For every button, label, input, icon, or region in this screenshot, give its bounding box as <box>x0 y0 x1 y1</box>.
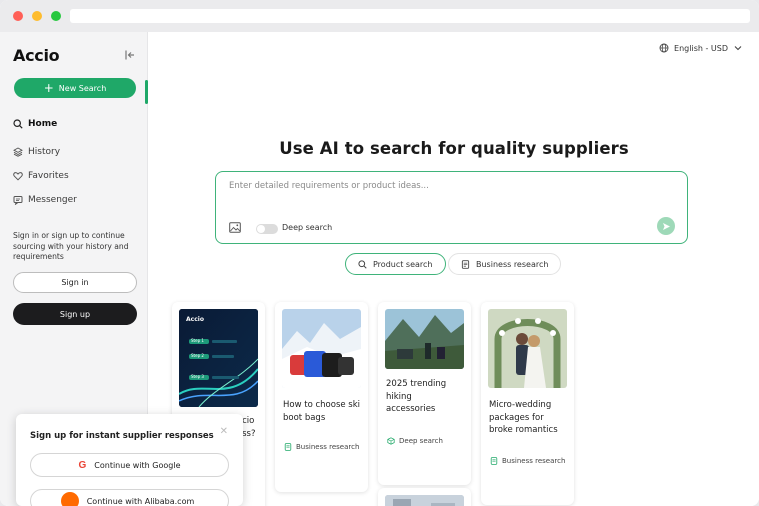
alibaba-button-label: Continue with Alibaba.com <box>86 496 195 506</box>
sidebar-item-favorites[interactable]: Favorites <box>13 171 69 181</box>
card-image <box>179 309 258 407</box>
card-thumb-step: Step 3 <box>191 374 204 379</box>
layers-icon <box>13 147 23 157</box>
deep-search-label: Deep search <box>282 223 333 232</box>
chevron-down-icon <box>734 46 742 51</box>
page-title: Use AI to search for quality suppliers <box>279 139 629 158</box>
send-button[interactable] <box>657 217 675 235</box>
deep-search-toggle[interactable] <box>256 224 278 234</box>
sign-up-button[interactable]: Sign up <box>13 303 137 325</box>
card-tag-label: Deep search <box>399 437 443 445</box>
card-image <box>385 495 464 506</box>
suggestion-card[interactable] <box>378 488 471 506</box>
document-icon <box>461 259 470 269</box>
card-title: 2025 trending hiking accessories <box>386 379 447 414</box>
globe-icon <box>659 43 669 53</box>
card-title: Micro-wedding packages for broke romanti… <box>489 400 558 435</box>
card-tag-label: Business research <box>502 457 566 465</box>
app-logo[interactable]: Accio <box>13 46 60 65</box>
continue-with-alibaba-button[interactable]: Continue with Alibaba.com <box>30 489 229 506</box>
card-image <box>488 309 567 388</box>
signin-message: Sign in or sign up to continue sourcing … <box>13 231 129 261</box>
google-icon: G <box>78 459 87 471</box>
tab-label: Business research <box>476 259 549 269</box>
close-icon[interactable]: ✕ <box>220 426 228 437</box>
card-image <box>385 309 464 369</box>
minimize-window-button[interactable] <box>32 11 42 21</box>
new-search-label: New Search <box>58 83 107 93</box>
active-nav-indicator <box>145 80 148 104</box>
chat-icon <box>13 196 23 205</box>
card-tag: Deep search <box>387 437 443 445</box>
tab-business-research[interactable]: Business research <box>448 253 562 275</box>
signup-popup: Sign up for instant supplier responses ✕… <box>16 414 243 506</box>
new-search-button[interactable]: + New Search <box>14 78 136 98</box>
suggestion-card[interactable]: How to choose ski boot bags Business res… <box>275 302 368 492</box>
search-icon <box>13 119 23 129</box>
app-window: Accio + New Search Home History Favorite… <box>0 0 759 506</box>
heart-icon <box>13 172 23 181</box>
send-icon <box>662 222 670 230</box>
google-button-label: Continue with Google <box>94 460 181 470</box>
search-input[interactable]: Enter detailed requirements or product i… <box>229 181 429 191</box>
language-selector[interactable]: English - USD <box>659 43 743 53</box>
language-label: English - USD <box>674 43 728 53</box>
maximize-window-button[interactable] <box>51 11 61 21</box>
window-titlebar <box>0 0 759 32</box>
sidebar-item-label: History <box>28 147 61 157</box>
image-upload-icon[interactable] <box>229 222 241 233</box>
cube-icon <box>387 437 395 445</box>
card-image <box>282 309 361 388</box>
card-tag: Business research <box>284 443 359 451</box>
card-thumb-step: Step 1 <box>191 338 204 343</box>
document-icon <box>490 457 498 465</box>
sidebar-item-messenger[interactable]: Messenger <box>13 195 77 205</box>
suggestion-card[interactable]: 2025 trending hiking accessories Deep se… <box>378 302 471 485</box>
plus-icon: + <box>43 80 54 95</box>
sidebar-item-label: Messenger <box>28 195 77 205</box>
continue-with-google-button[interactable]: G Continue with Google <box>30 453 229 477</box>
card-tag-label: Business research <box>296 443 360 451</box>
collapse-sidebar-icon[interactable] <box>124 49 136 61</box>
popup-title: Sign up for instant supplier responses <box>30 431 214 441</box>
card-thumb-step: Step 2 <box>191 353 204 358</box>
sidebar-item-home[interactable]: Home <box>13 119 57 129</box>
sidebar-item-label: Home <box>28 119 58 129</box>
sidebar-item-label: Favorites <box>28 171 69 181</box>
close-window-button[interactable] <box>13 11 23 21</box>
sign-in-button[interactable]: Sign in <box>13 272 137 293</box>
sidebar-item-history[interactable]: History <box>13 147 60 157</box>
card-title: How to choose ski boot bags <box>283 400 361 423</box>
card-tag: Business research <box>490 457 565 465</box>
card-thumb-brand: Accio <box>186 316 204 323</box>
search-icon <box>358 259 367 269</box>
document-icon <box>284 443 292 451</box>
address-bar[interactable] <box>70 9 750 23</box>
suggestion-card[interactable]: Micro-wedding packages for broke romanti… <box>481 302 574 505</box>
alibaba-icon <box>60 492 79 506</box>
search-box[interactable]: Enter detailed requirements or product i… <box>215 171 688 244</box>
tab-label: Product search <box>373 259 433 269</box>
tab-product-search[interactable]: Product search <box>345 253 446 275</box>
